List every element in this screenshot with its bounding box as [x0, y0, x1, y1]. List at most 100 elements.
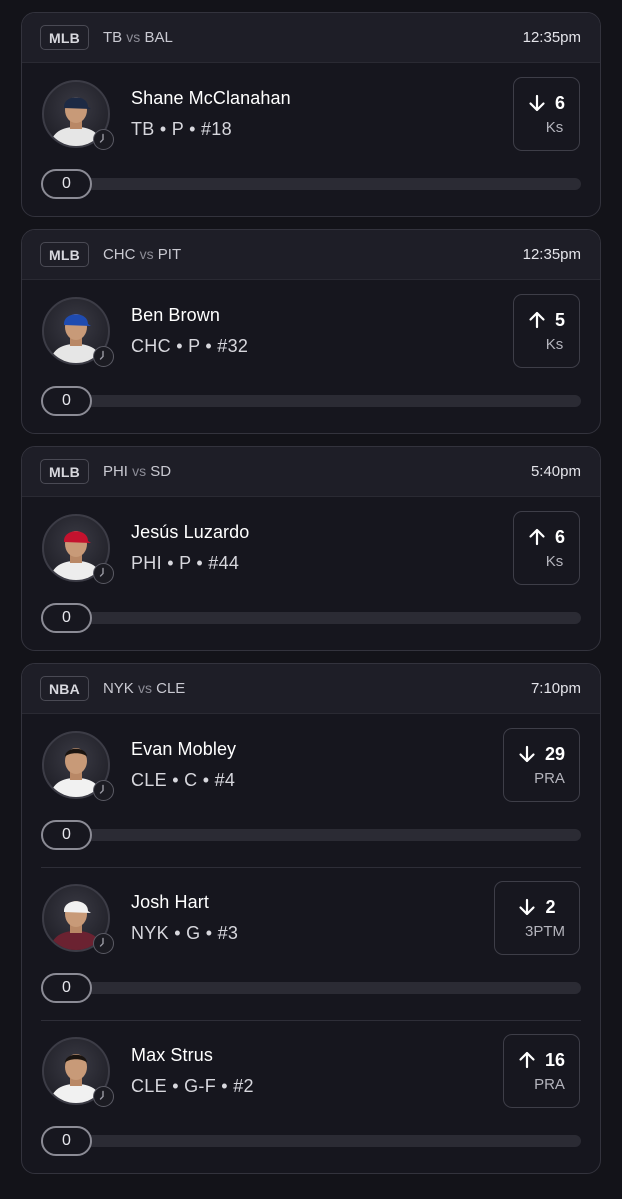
- progress-track: [41, 982, 581, 994]
- stat-line: 6: [528, 93, 565, 114]
- player-name: Shane McClanahan: [131, 88, 291, 108]
- stat-value: 2: [545, 896, 556, 917]
- stat-value: 5: [554, 309, 565, 330]
- progress-bar: 0: [41, 386, 581, 416]
- home-team: NYK: [102, 680, 134, 697]
- stat-label: PRA: [534, 1075, 565, 1093]
- clock-icon: [93, 1086, 114, 1107]
- stat-label: 3PTM: [524, 922, 565, 940]
- stat-value: 29: [544, 743, 565, 764]
- stat-label: Ks: [545, 552, 564, 570]
- progress-bar: 0: [41, 973, 581, 1003]
- stat-label: Ks: [545, 118, 564, 136]
- away-team: BAL: [144, 29, 173, 46]
- arrow-down-icon: [528, 94, 555, 112]
- progress-track: [41, 1135, 581, 1147]
- game-header: NBA NYK vs CLE 7:10pm: [22, 664, 600, 714]
- player-pick[interactable]: Jesús Luzardo PHI • P • #44 6 Ks 0: [22, 497, 600, 650]
- game-time: 12:35pm: [522, 246, 581, 263]
- stat-line-button[interactable]: 6 Ks: [512, 511, 580, 585]
- stat-value: 6: [554, 526, 565, 547]
- vs-label: vs: [137, 680, 152, 696]
- league-badge: MLB: [40, 242, 89, 267]
- player-pick[interactable]: Evan Mobley CLE • C • #4 29 PRA 0: [22, 714, 600, 867]
- progress-bar: 0: [41, 1126, 581, 1156]
- stat-line-button[interactable]: 29 PRA: [502, 728, 580, 802]
- arrow-down-icon: [518, 898, 545, 916]
- clock-icon: [93, 346, 114, 367]
- player-pick[interactable]: Shane McClanahan TB • P • #18 6 Ks 0: [22, 63, 600, 216]
- away-team: PIT: [157, 246, 182, 263]
- vs-label: vs: [132, 463, 147, 479]
- picks-feed: MLB TB vs BAL 12:35pm Shane McClanahan TB • …: [0, 0, 622, 1199]
- vs-label: vs: [126, 29, 141, 45]
- game-time: 7:10pm: [530, 680, 581, 697]
- clock-icon: [93, 563, 114, 584]
- arrow-down-icon: [518, 745, 545, 763]
- home-team: CHC: [102, 246, 136, 263]
- clock-icon: [93, 780, 114, 801]
- game-header: MLB PHI vs SD 5:40pm: [22, 447, 600, 497]
- stat-label: PRA: [534, 769, 565, 787]
- progress-value: 0: [41, 820, 92, 850]
- stat-line-button[interactable]: 6 Ks: [512, 77, 580, 151]
- vs-label: vs: [139, 246, 154, 262]
- arrow-up-icon: [528, 311, 555, 329]
- player-name: Evan Mobley: [131, 739, 237, 759]
- game-header: MLB CHC vs PIT 12:35pm: [22, 230, 600, 280]
- home-team: PHI: [102, 463, 128, 480]
- player-meta: PHI • P • #44: [131, 553, 240, 573]
- stat-line-button[interactable]: 2 3PTM: [493, 881, 580, 955]
- league-badge: NBA: [40, 676, 89, 701]
- player-name: Ben Brown: [131, 305, 220, 325]
- progress-value: 0: [41, 973, 92, 1003]
- arrow-up-icon: [528, 528, 555, 546]
- progress-bar: 0: [41, 169, 581, 199]
- progress-bar: 0: [41, 820, 581, 850]
- matchup: NYK vs CLE: [103, 680, 185, 697]
- progress-value: 0: [41, 169, 92, 199]
- matchup: TB vs BAL: [103, 29, 173, 46]
- game-header: MLB TB vs BAL 12:35pm: [22, 13, 600, 63]
- league-badge: MLB: [40, 25, 89, 50]
- progress-value: 0: [41, 603, 92, 633]
- progress-track: [41, 612, 581, 624]
- player-name: Josh Hart: [131, 892, 209, 912]
- player-pick[interactable]: Josh Hart NYK • G • #3 2 3PTM 0: [22, 867, 600, 1020]
- arrow-up-icon: [518, 1051, 545, 1069]
- progress-bar: 0: [41, 603, 581, 633]
- home-team: TB: [102, 29, 123, 46]
- stat-label: Ks: [545, 335, 564, 353]
- player-pick[interactable]: Max Strus CLE • G-F • #2 16 PRA 0: [22, 1020, 600, 1173]
- player-name: Max Strus: [131, 1045, 213, 1065]
- stat-value: 16: [544, 1049, 565, 1070]
- game-card: MLB CHC vs PIT 12:35pm Ben Brown CHC • P • #…: [21, 229, 601, 434]
- game-card: MLB TB vs BAL 12:35pm Shane McClanahan TB • …: [21, 12, 601, 217]
- progress-track: [41, 178, 581, 190]
- matchup: CHC vs PIT: [103, 246, 181, 263]
- stat-line: 16: [518, 1050, 565, 1071]
- clock-icon: [93, 933, 114, 954]
- stat-value: 6: [554, 92, 565, 113]
- stat-line: 5: [528, 310, 565, 331]
- game-card: MLB PHI vs SD 5:40pm Jesús Luzardo PHI • P •…: [21, 446, 601, 651]
- away-team: CLE: [156, 680, 186, 697]
- player-meta: TB • P • #18: [131, 119, 232, 139]
- league-badge: MLB: [40, 459, 89, 484]
- player-pick[interactable]: Ben Brown CHC • P • #32 5 Ks 0: [22, 280, 600, 433]
- player-meta: CHC • P • #32: [131, 336, 249, 356]
- player-meta: NYK • G • #3: [131, 923, 239, 943]
- clock-icon: [93, 129, 114, 150]
- game-time: 12:35pm: [522, 29, 581, 46]
- game-time: 5:40pm: [530, 463, 581, 480]
- stat-line-button[interactable]: 16 PRA: [502, 1034, 580, 1108]
- progress-value: 0: [41, 386, 92, 416]
- matchup: PHI vs SD: [103, 463, 171, 480]
- player-name: Jesús Luzardo: [131, 522, 250, 542]
- stat-line-button[interactable]: 5 Ks: [512, 294, 580, 368]
- player-meta: CLE • C • #4: [131, 770, 236, 790]
- stat-line: 29: [518, 744, 565, 765]
- game-card: NBA NYK vs CLE 7:10pm Evan Mobley CLE • C • …: [21, 663, 601, 1174]
- stat-line: 6: [528, 527, 565, 548]
- player-meta: CLE • G-F • #2: [131, 1076, 254, 1096]
